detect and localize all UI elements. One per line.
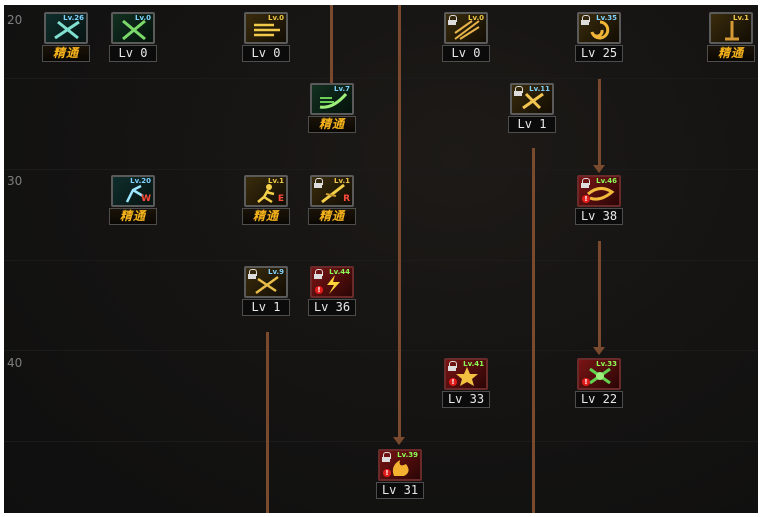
- skill-slot[interactable]: Lv.0 Lv 0: [109, 12, 157, 62]
- skill-icon[interactable]: Lv.0: [111, 12, 155, 44]
- skill-caption: 精通: [308, 116, 356, 133]
- skill-icon[interactable]: Lv.9: [244, 266, 288, 298]
- prerequisite-connector: [532, 148, 535, 513]
- skill-slot[interactable]: Lv.7 精通: [308, 83, 356, 133]
- skill-caption: Lv 1: [242, 299, 290, 316]
- skill-slot[interactable]: Lv.1 精通: [707, 12, 755, 62]
- warning-icon: !: [582, 195, 590, 203]
- warning-icon: !: [582, 378, 590, 386]
- skill-icon[interactable]: Lv.1: [709, 12, 753, 44]
- slash-burst-icon: [454, 20, 480, 40]
- skill-icon[interactable]: Lv.26: [44, 12, 88, 44]
- skill-slot[interactable]: Lv.39 ! Lv 31: [376, 449, 424, 499]
- row-label-30: 30: [7, 174, 23, 188]
- skill-caption: Lv 22: [575, 391, 623, 408]
- hotkey-letter: R: [343, 194, 350, 204]
- skill-caption: 精通: [42, 45, 90, 62]
- prerequisite-connector: [330, 5, 333, 85]
- skill-icon[interactable]: Lv.39 !: [378, 449, 422, 481]
- skill-slot[interactable]: Lv.1 E 精通: [242, 175, 290, 225]
- skill-icon[interactable]: Lv.7: [310, 83, 354, 115]
- skill-icon[interactable]: Lv.1 R: [310, 175, 354, 207]
- skill-slot[interactable]: Lv.33 ! Lv 22: [575, 358, 623, 408]
- skill-caption: Lv 31: [376, 482, 424, 499]
- row-divider: [4, 441, 758, 442]
- skill-caption: 精通: [707, 45, 755, 62]
- cross-slash-icon: [522, 92, 544, 110]
- skill-caption: Lv 33: [442, 391, 490, 408]
- skill-slot[interactable]: Lv.44 ! Lv 36: [308, 266, 356, 316]
- row-divider: [4, 350, 758, 351]
- skill-slot[interactable]: Lv.35 Lv 25: [575, 12, 623, 62]
- skill-icon[interactable]: Lv.44 !: [310, 266, 354, 298]
- skill-caption: 精通: [242, 208, 290, 225]
- prerequisite-connector: [598, 79, 601, 169]
- row-divider: [4, 260, 758, 261]
- skill-icon[interactable]: Lv.1 E: [244, 175, 288, 207]
- crossed-blades-icon: [54, 20, 80, 40]
- skill-caption: 精通: [308, 208, 356, 225]
- skill-icon[interactable]: Lv.0: [244, 12, 288, 44]
- skill-slot[interactable]: Lv.0 Lv 0: [242, 12, 290, 62]
- skill-caption: Lv 0: [442, 45, 490, 62]
- row-label-40: 40: [7, 356, 23, 370]
- skill-slot[interactable]: Lv.20 W 精通: [109, 175, 157, 225]
- row-label-20: 20: [7, 13, 23, 27]
- arrowhead-icon: [593, 347, 605, 355]
- skill-icon[interactable]: Lv.35: [577, 12, 621, 44]
- skill-slot[interactable]: Lv.41 ! Lv 33: [442, 358, 490, 408]
- skill-slot[interactable]: Lv.26 精通: [42, 12, 90, 62]
- warning-icon: !: [315, 286, 323, 294]
- flame-pillar-icon: [725, 21, 739, 41]
- spear-thrust-icon: [254, 23, 280, 37]
- crossed-swords-icon: [122, 19, 146, 41]
- arrowhead-icon: [593, 165, 605, 173]
- row-divider: [4, 169, 758, 170]
- row-divider: [4, 78, 758, 79]
- skill-slot[interactable]: Lv.46 ! Lv 38: [575, 175, 623, 225]
- warning-icon: !: [449, 378, 457, 386]
- dual-blade-icon: [255, 275, 279, 295]
- skill-icon[interactable]: Lv.33 !: [577, 358, 621, 390]
- skill-caption: Lv 0: [109, 45, 157, 62]
- arrowhead-icon: [393, 437, 405, 445]
- skill-tree-panel: 20 30 40 Lv.26 精通 Lv.0 Lv 0 Lv.0 Lv 0 Lv…: [4, 5, 758, 513]
- skill-caption: Lv 38: [575, 208, 623, 225]
- hotkey-letter: W: [141, 194, 151, 204]
- skill-icon[interactable]: Lv.20 W: [111, 175, 155, 207]
- skill-caption: Lv 25: [575, 45, 623, 62]
- prerequisite-connector: [266, 332, 269, 513]
- skill-slot[interactable]: Lv.9 Lv 1: [242, 266, 290, 316]
- prerequisite-connector: [398, 5, 401, 439]
- hotkey-letter: E: [277, 194, 284, 204]
- skill-icon[interactable]: Lv.11: [510, 83, 554, 115]
- wind-slash-icon: [319, 93, 348, 109]
- skill-icon[interactable]: Lv.41 !: [444, 358, 488, 390]
- skill-caption: 精通: [109, 208, 157, 225]
- skill-slot[interactable]: Lv.1 R 精通: [308, 175, 356, 225]
- whirlwind-icon: [590, 20, 610, 40]
- prerequisite-connector: [598, 241, 601, 351]
- skill-caption: Lv 1: [508, 116, 556, 133]
- skill-slot[interactable]: Lv.0 Lv 0: [442, 12, 490, 62]
- skill-caption: Lv 36: [308, 299, 356, 316]
- warning-icon: !: [383, 469, 391, 477]
- skill-icon[interactable]: Lv.46 !: [577, 175, 621, 207]
- skill-caption: Lv 0: [242, 45, 290, 62]
- skill-icon[interactable]: Lv.0: [444, 12, 488, 44]
- skill-slot[interactable]: Lv.11 Lv 1: [508, 83, 556, 133]
